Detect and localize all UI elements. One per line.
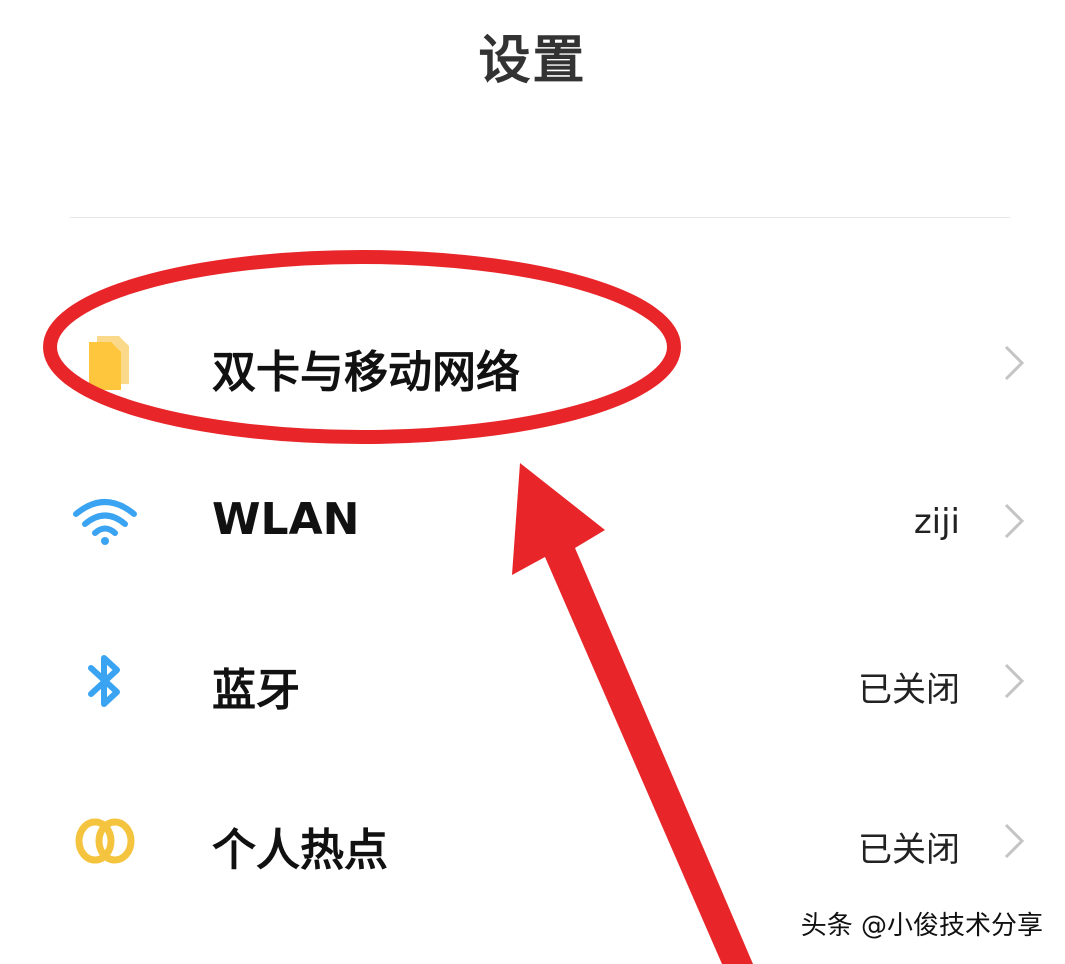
settings-item-wlan[interactable]: WLAN ziji: [0, 446, 1065, 596]
chevron-right-icon: [1004, 823, 1025, 859]
chevron-right-icon: [1004, 503, 1025, 539]
hotspot-icon: [72, 808, 138, 874]
chevron-right-icon: [1004, 345, 1025, 381]
wlan-network-value: ziji: [913, 502, 960, 542]
settings-item-label: WLAN: [212, 494, 360, 545]
hotspot-status-value: 已关闭: [858, 830, 960, 870]
settings-item-dual-sim[interactable]: 双卡与移动网络: [0, 288, 1065, 438]
bluetooth-icon: [72, 648, 138, 714]
page-title: 设置: [478, 31, 587, 91]
wifi-icon: [72, 488, 138, 554]
watermark: 头条 @小俊技术分享: [800, 911, 1043, 941]
sim-cards-icon: [72, 330, 138, 396]
settings-item-bluetooth[interactable]: 蓝牙 已关闭: [0, 606, 1065, 756]
bluetooth-status-value: 已关闭: [858, 670, 960, 710]
settings-item-hotspot[interactable]: 个人热点 已关闭: [0, 766, 1065, 916]
chevron-right-icon: [1004, 663, 1025, 699]
settings-item-label: 个人热点: [212, 825, 388, 876]
header-divider: [70, 217, 1010, 218]
settings-item-label: 蓝牙: [212, 665, 300, 716]
settings-item-label: 双卡与移动网络: [212, 347, 520, 398]
